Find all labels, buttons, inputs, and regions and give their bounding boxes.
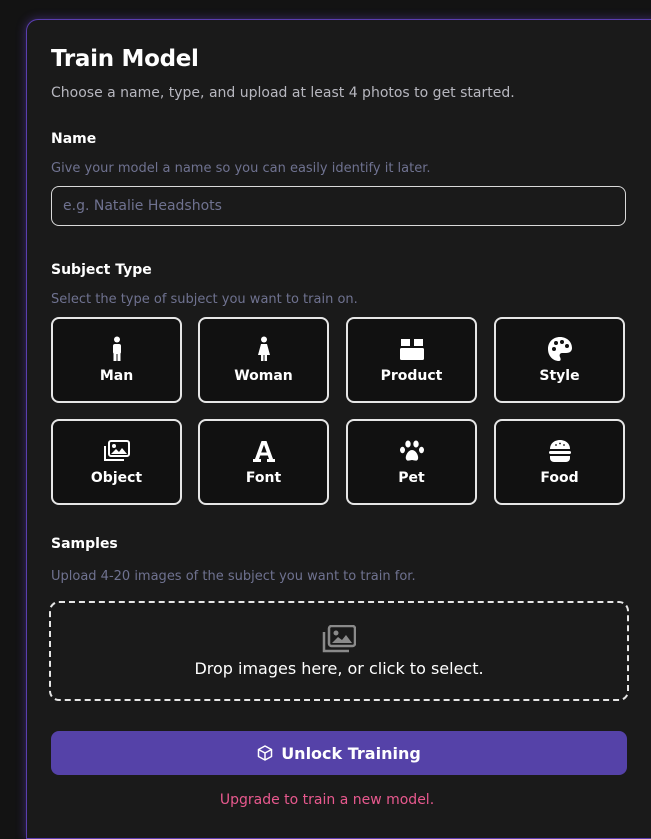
subject-option-label: Product bbox=[380, 368, 443, 384]
subject-option-label: Man bbox=[99, 368, 134, 384]
images-icon bbox=[103, 438, 130, 464]
palette-icon bbox=[547, 336, 573, 362]
samples-help-text: Upload 4-20 images of the subject you wa… bbox=[51, 569, 416, 584]
cube-icon bbox=[257, 745, 273, 761]
subject-option-woman[interactable]: Woman bbox=[198, 317, 329, 403]
font-icon bbox=[251, 438, 277, 464]
subject-type-label: Subject Type bbox=[51, 262, 152, 278]
page-title: Train Model bbox=[51, 46, 199, 72]
subject-type-help-text: Select the type of subject you want to t… bbox=[51, 292, 358, 307]
image-dropzone[interactable]: Drop images here, or click to select. bbox=[49, 601, 629, 701]
woman-icon bbox=[251, 336, 277, 362]
unlock-training-label: Unlock Training bbox=[281, 743, 421, 763]
subject-option-label: Style bbox=[539, 368, 580, 384]
subject-option-label: Pet bbox=[398, 470, 425, 486]
samples-label: Samples bbox=[51, 536, 118, 552]
dropzone-text: Drop images here, or click to select. bbox=[194, 658, 484, 678]
name-label: Name bbox=[51, 131, 97, 147]
box-icon bbox=[399, 336, 425, 362]
train-model-card: Train Model Choose a name, type, and upl… bbox=[26, 19, 651, 839]
name-help-text: Give your model a name so you can easily… bbox=[51, 161, 431, 176]
burger-icon bbox=[547, 438, 573, 464]
subject-option-label: Font bbox=[245, 470, 282, 486]
subject-option-man[interactable]: Man bbox=[51, 317, 182, 403]
subject-option-style[interactable]: Style bbox=[494, 317, 625, 403]
subject-option-font[interactable]: Font bbox=[198, 419, 329, 505]
man-icon bbox=[104, 336, 130, 362]
subject-option-label: Woman bbox=[234, 368, 293, 384]
subject-option-object[interactable]: Object bbox=[51, 419, 182, 505]
model-name-input[interactable] bbox=[51, 186, 626, 226]
subject-option-label: Object bbox=[90, 470, 143, 486]
unlock-training-button[interactable]: Unlock Training bbox=[51, 731, 627, 775]
subject-option-label: Food bbox=[540, 470, 579, 486]
subject-option-food[interactable]: Food bbox=[494, 419, 625, 505]
subject-option-pet[interactable]: Pet bbox=[346, 419, 477, 505]
page-subtitle: Choose a name, type, and upload at least… bbox=[51, 85, 515, 101]
upgrade-link[interactable]: Upgrade to train a new model. bbox=[27, 792, 627, 808]
images-icon bbox=[322, 624, 357, 655]
paw-icon bbox=[399, 438, 425, 464]
subject-option-product[interactable]: Product bbox=[346, 317, 477, 403]
